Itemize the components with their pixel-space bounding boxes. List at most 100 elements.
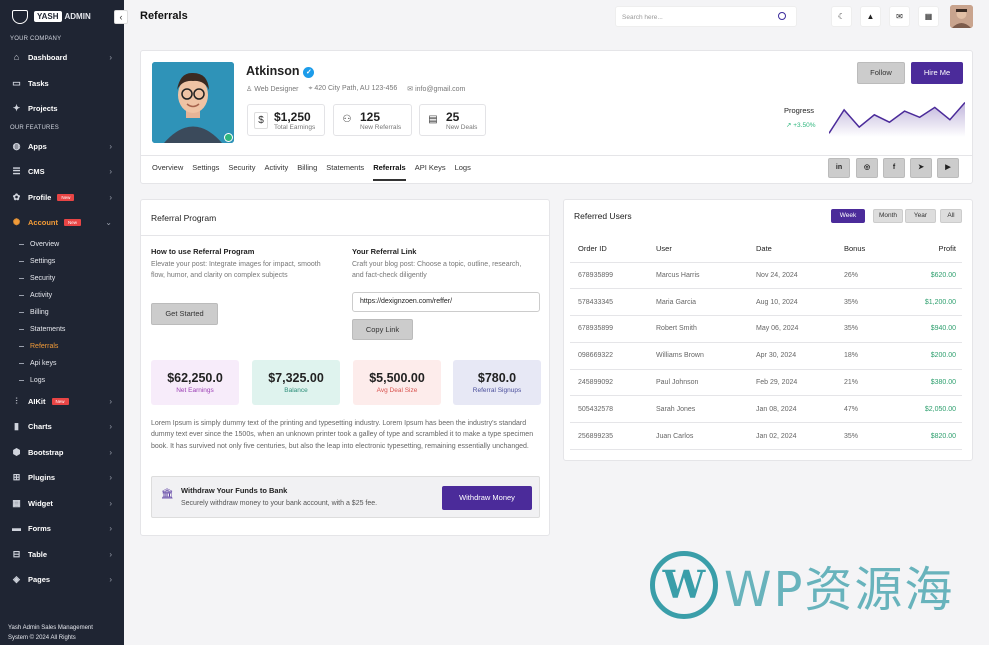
table-cell: Williams Brown xyxy=(648,342,748,370)
sidebar-subitem-referrals[interactable]: Referrals xyxy=(0,338,124,355)
profile-name: Atkinson ✓ xyxy=(246,64,315,78)
watermark: W WP资源海 xyxy=(650,547,954,623)
table-cell: 678935899 xyxy=(570,262,648,290)
sidebar-subitem-label: Overview xyxy=(30,240,60,248)
profile-email[interactable]: ✉ info@gmail.com xyxy=(407,85,465,93)
get-started-button[interactable]: Get Started xyxy=(151,303,218,325)
new-badge: New xyxy=(57,193,75,201)
tab-overview[interactable]: Overview xyxy=(152,163,183,181)
sidebar-item-cms[interactable]: ☰ CMS › xyxy=(0,159,124,185)
tab-security[interactable]: Security xyxy=(228,163,255,181)
sidebar-collapse-button[interactable]: ‹ xyxy=(114,10,128,24)
table-cell: 35% xyxy=(836,315,896,343)
chevron-right-icon: › xyxy=(109,396,112,406)
wordpress-logo-icon: W xyxy=(650,551,718,619)
table-cell: 35% xyxy=(836,288,896,317)
sidebar-item-pages[interactable]: ◈ Pages › xyxy=(0,567,124,593)
sidebar-item-label: Forms xyxy=(28,524,51,534)
sidebar-subitem-api-keys[interactable]: Api keys xyxy=(0,355,124,372)
brand-name: ADMIN xyxy=(64,12,91,21)
table-row[interactable]: 505432578 Sarah Jones Jan 08, 2024 47% $2,05… xyxy=(570,395,962,424)
kpi-value: $780.0 xyxy=(477,371,517,385)
facebook-button[interactable]: f xyxy=(883,158,905,178)
table-cell: 578433345 xyxy=(570,288,648,317)
hire-me-button[interactable]: Hire Me xyxy=(911,62,963,84)
referral-link-input[interactable]: https://dexignzoen.com/reffer/ xyxy=(352,292,540,312)
table-row[interactable]: 678935899 Marcus Harris Nov 24, 2024 26% $62… xyxy=(570,262,962,290)
column-header-user: User xyxy=(648,236,748,263)
tab-activity[interactable]: Activity xyxy=(264,163,288,181)
table-row[interactable]: 098669322 Williams Brown Apr 30, 2024 18% $2… xyxy=(570,342,962,370)
chevron-right-icon: › xyxy=(109,473,112,483)
telegram-button[interactable]: ➤ xyxy=(910,158,932,178)
tab-statements[interactable]: Statements xyxy=(326,163,364,181)
search-input[interactable]: Search here... xyxy=(615,6,797,27)
sidebar-item-projects[interactable]: ✦ Projects xyxy=(0,96,124,122)
dark-mode-toggle-button[interactable]: ☾ xyxy=(831,6,852,27)
sidebar-subitem-activity[interactable]: Activity xyxy=(0,287,124,304)
sidebar-subitem-overview[interactable]: Overview xyxy=(0,236,124,253)
sidebar-subitem-label: Settings xyxy=(30,257,56,265)
column-header-profit: Profit xyxy=(896,236,962,263)
table-cell: $940.00 xyxy=(896,315,962,343)
sidebar-item-bootstrap[interactable]: ⬢ Bootstrap › xyxy=(0,440,124,466)
table-cell: Nov 24, 2024 xyxy=(748,262,836,290)
sidebar-item-account[interactable]: ✺ Account New ⌄ xyxy=(0,210,124,236)
sidebar-item-label: Tasks xyxy=(28,78,49,88)
table-row[interactable]: 256899235 Juan Carlos Jan 02, 2024 35% $820.… xyxy=(570,422,962,451)
withdraw-money-button[interactable]: Withdraw Money xyxy=(442,486,532,510)
sidebar-item-forms[interactable]: ▬ Forms › xyxy=(0,516,124,542)
sidebar-subitem-logs[interactable]: Logs xyxy=(0,372,124,389)
sidebar-subitem-security[interactable]: Security xyxy=(0,270,124,287)
youtube-button[interactable]: ▶ xyxy=(937,158,959,178)
sidebar-item-apps[interactable]: ◍ Apps › xyxy=(0,134,124,160)
filter-all[interactable]: All xyxy=(940,209,962,223)
sidebar-item-label: Apps xyxy=(28,141,47,151)
logo[interactable]: YASH ADMIN xyxy=(0,0,124,33)
filter-month[interactable]: Month xyxy=(873,209,903,223)
sidebar-item-profile[interactable]: ✿ Profile New › xyxy=(0,185,124,211)
filter-year[interactable]: Year xyxy=(905,209,936,223)
copy-link-button[interactable]: Copy Link xyxy=(352,319,413,340)
linkedin-button[interactable]: in xyxy=(828,158,850,178)
sidebar-subitem-statements[interactable]: Statements xyxy=(0,321,124,338)
sidebar-item-plugins[interactable]: ⊞ Plugins › xyxy=(0,465,124,491)
calendar-button[interactable]: ▦ xyxy=(918,6,939,27)
mail-icon: ✉ xyxy=(896,12,903,21)
sidebar-subitem-billing[interactable]: Billing xyxy=(0,304,124,321)
sidebar-subitem-settings[interactable]: Settings xyxy=(0,253,124,270)
messages-button[interactable]: ✉ xyxy=(889,6,910,27)
notifications-button[interactable]: ▲ xyxy=(860,6,881,27)
sidebar-item-aikit[interactable]: ⫶ AIKit New › xyxy=(0,389,124,415)
tab-logs[interactable]: Logs xyxy=(455,163,471,181)
profile-meta: ♙ Web Designer ⌖ 420 City Path, AU 123-4… xyxy=(246,85,465,93)
filter-week[interactable]: Week xyxy=(831,209,865,223)
sidebar-item-label: Pages xyxy=(28,575,51,585)
follow-button[interactable]: Follow xyxy=(857,62,905,84)
search-icon[interactable] xyxy=(778,12,786,20)
briefcase-icon: ▤ xyxy=(428,113,438,125)
user-avatar[interactable] xyxy=(950,5,973,28)
chevron-right-icon: › xyxy=(109,575,112,585)
sidebar-item-widget[interactable]: ▦ Widget › xyxy=(0,491,124,517)
tab-billing[interactable]: Billing xyxy=(297,163,317,181)
chevron-right-icon: › xyxy=(109,549,112,559)
table-row[interactable]: 245899092 Paul Johnson Feb 29, 2024 21% $380… xyxy=(570,369,962,397)
sidebar-item-charts[interactable]: ▮ Charts › xyxy=(0,414,124,440)
table-row[interactable]: 578433345 Maria Garcia Aug 10, 2024 35% $1,2… xyxy=(570,288,962,317)
tab-referrals[interactable]: Referrals xyxy=(373,163,406,181)
sidebar-item-tasks[interactable]: ▭ Tasks xyxy=(0,71,124,97)
watermark-text: WP资源海 xyxy=(724,562,955,618)
tab-settings[interactable]: Settings xyxy=(192,163,219,181)
instagram-button[interactable]: ◎ xyxy=(856,158,878,178)
apps-icon: ◍ xyxy=(12,140,21,151)
kpi-avg-deal-size: $5,500.00 Avg Deal Size xyxy=(353,360,441,405)
sidebar-item-dashboard[interactable]: ⌂ Dashboard › xyxy=(0,45,124,71)
dash-icon xyxy=(19,243,24,245)
tasks-icon: ▭ xyxy=(12,77,21,88)
sidebar-item-table[interactable]: ⊟ Table › xyxy=(0,542,124,568)
sidebar-subitem-label: Referrals xyxy=(30,342,59,350)
tab-api-keys[interactable]: API Keys xyxy=(415,163,446,181)
table-cell: $380.00 xyxy=(896,369,962,397)
table-row[interactable]: 678935899 Robert Smith May 06, 2024 35% $940… xyxy=(570,315,962,343)
